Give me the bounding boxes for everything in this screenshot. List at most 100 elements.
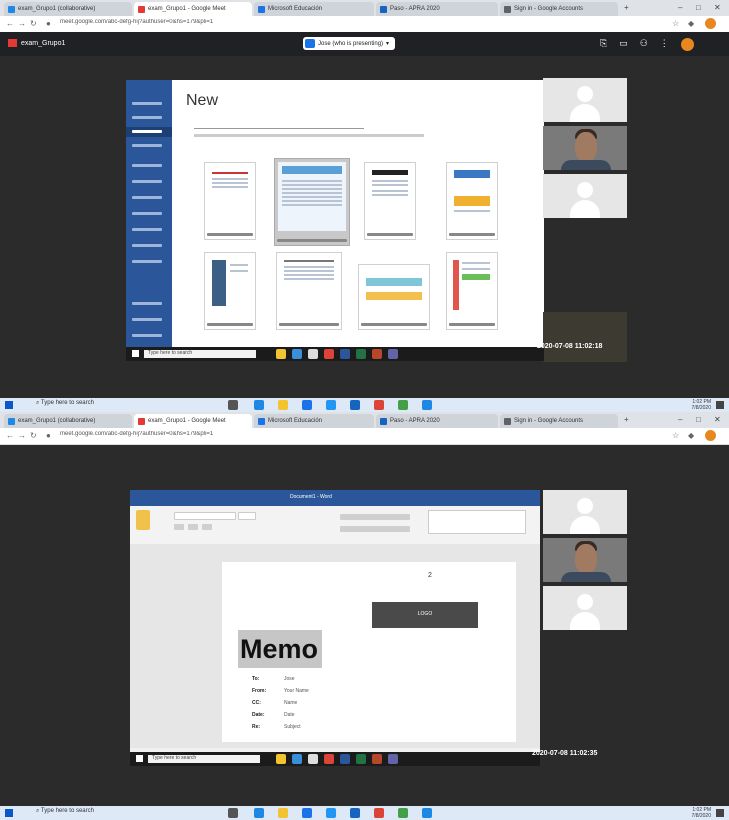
italic-button[interactable] [188,524,198,530]
more-icon[interactable]: ⋮ [660,38,669,51]
teams-icon[interactable] [388,754,398,764]
notification-icon[interactable] [716,809,724,817]
browser-tab[interactable]: Microsoft Educación [254,414,374,428]
url-field[interactable]: meet.google.com/abc-defg-hij?authuser=0&… [60,431,640,441]
notification-icon[interactable] [716,401,724,409]
participant-tile-blank[interactable] [543,78,627,122]
windows-icon[interactable] [136,755,143,762]
bold-button[interactable] [174,524,184,530]
mail-icon[interactable] [350,400,360,410]
profile-avatar[interactable] [705,18,716,29]
profile-avatar[interactable] [705,430,716,441]
maximize-icon[interactable]: □ [696,415,701,424]
browser-tab-active[interactable]: exam_Grupo1 - Google Meet [134,414,252,428]
mail-icon[interactable] [350,808,360,818]
new-tab-button[interactable]: + [624,415,629,424]
taskbar-search[interactable]: ⌕ Type here to search [36,400,186,410]
cast-icon[interactable]: ⎘ [600,38,607,51]
presenting-chip[interactable]: Jose (who is presenting) ▾ [303,37,396,50]
field-value[interactable]: Date [284,712,295,718]
template-search-box[interactable] [194,122,364,129]
font-size-box[interactable] [238,512,256,520]
star-icon[interactable]: ☆ [672,431,679,440]
template-single-spaced[interactable] [274,158,350,246]
extension-icon[interactable]: ◆ [688,19,694,28]
explorer-icon[interactable] [276,754,286,764]
browser-tab[interactable]: Sign in - Google Accounts [500,2,618,16]
participant-tile-camera[interactable] [543,538,627,582]
template-blank-document[interactable] [204,162,256,240]
store-icon[interactable] [292,754,302,764]
url-field[interactable]: meet.google.com/abc-defg-hij?authuser=0&… [60,19,640,29]
user-avatar[interactable] [680,38,694,51]
field-value[interactable]: Jose [284,676,295,682]
paste-button[interactable] [136,510,150,530]
participant-tile-blank[interactable] [543,586,627,630]
styles-gallery[interactable] [428,510,526,534]
browser-tab-active[interactable]: exam_Grupo1 - Google Meet [134,2,252,16]
people-icon[interactable]: ⚇ [640,38,648,51]
browser-tab[interactable]: Microsoft Educación [254,2,374,16]
chrome-icon[interactable] [374,808,384,818]
template-cover-letter[interactable] [446,162,498,240]
settings-icon[interactable] [398,808,408,818]
browser-tab[interactable]: exam_Grupo1 (collaborative) [4,414,132,428]
taskbar-clock[interactable]: 1:02 PM 7/8/2020 [692,807,711,819]
field-value[interactable]: Subject [284,724,301,730]
powerpoint-icon[interactable] [372,349,382,359]
logo-placeholder[interactable]: LOGO [372,602,478,628]
teams-icon[interactable] [388,349,398,359]
store-icon[interactable] [326,400,336,410]
field-value[interactable]: Your Name [284,688,309,694]
star-icon[interactable]: ☆ [672,19,679,28]
edge-icon[interactable] [254,400,264,410]
paragraph-group[interactable] [340,514,410,520]
field-value[interactable]: Name [284,700,297,706]
forward-icon[interactable]: → [18,431,26,440]
chrome-icon[interactable] [302,400,312,410]
store-icon[interactable] [326,808,336,818]
template-brochure[interactable] [276,252,342,330]
memo-heading[interactable]: Memo [240,630,318,668]
browser-tab[interactable]: exam_Grupo1 (collaborative) [4,2,132,16]
explorer-icon[interactable] [276,349,286,359]
app-icon[interactable] [422,400,432,410]
browser-tab[interactable]: Paso - APRA 2020 [376,2,498,16]
chrome-icon[interactable] [324,349,334,359]
settings-icon[interactable] [398,400,408,410]
document-page[interactable]: 2 LOGO Memo To: Jose From: Your Name CC:… [222,562,516,742]
participant-tile-blank[interactable] [543,490,627,534]
task-view-icon[interactable] [228,808,238,818]
back-icon[interactable]: ← [6,19,14,28]
excel-icon[interactable] [356,754,366,764]
close-icon[interactable]: ✕ [714,415,721,424]
chrome-icon[interactable] [302,808,312,818]
explorer-icon[interactable] [278,400,288,410]
windows-start-icon[interactable] [5,809,13,817]
participant-tile-blank[interactable] [543,174,627,218]
maximize-icon[interactable]: □ [696,3,701,12]
store-icon[interactable] [292,349,302,359]
new-tab-button[interactable]: + [624,3,629,12]
chrome-icon[interactable] [324,754,334,764]
forward-icon[interactable]: → [18,19,26,28]
chrome-icon[interactable] [374,400,384,410]
participant-tile-camera[interactable] [543,126,627,170]
template-report[interactable] [446,252,498,330]
underline-button[interactable] [202,524,212,530]
participant-tile-dark[interactable] [543,312,627,362]
taskbar-search[interactable]: ⌕ Type here to search [36,808,186,818]
font-name-box[interactable] [174,512,236,520]
word-icon[interactable] [340,754,350,764]
word-icon[interactable] [340,349,350,359]
browser-tab[interactable]: Sign in - Google Accounts [500,414,618,428]
minimize-icon[interactable]: – [678,415,682,424]
paragraph-group[interactable] [340,526,410,532]
reload-icon[interactable]: ↻ [30,431,37,440]
explorer-icon[interactable] [278,808,288,818]
mail-icon[interactable] [308,754,318,764]
powerpoint-icon[interactable] [372,754,382,764]
template-resume[interactable] [364,162,416,240]
template-tablet-job-resume[interactable] [204,252,256,330]
inner-search-box[interactable]: Type here to search [144,350,256,358]
